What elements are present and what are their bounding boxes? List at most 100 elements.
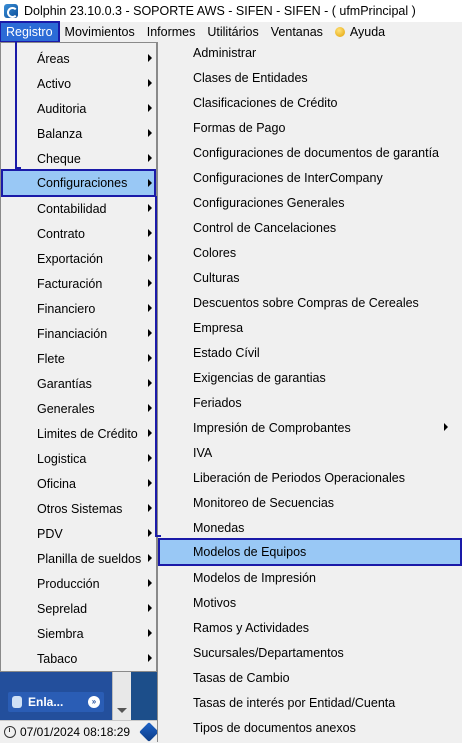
menu-item-label: Oficina (37, 476, 76, 491)
submenu-item-label: Sucursales/Departamentos (193, 645, 344, 660)
submenu-arrow-icon (148, 654, 152, 662)
submenu-item-culturas[interactable]: Culturas (158, 265, 462, 290)
menu-item-contrato[interactable]: Contrato (1, 221, 156, 246)
registro-dropdown: Áreas Activo Auditoria Balanza Cheque Co… (0, 42, 157, 672)
submenu-item-modelos-de-equipos[interactable]: Modelos de Equipos (158, 538, 462, 566)
submenu-item-label: IVA (193, 445, 213, 460)
submenu-arrow-icon (148, 179, 152, 187)
submenu-item-modelos-de-impresion[interactable]: Modelos de Impresión (158, 565, 462, 590)
dolphin-app-icon (4, 4, 18, 18)
menu-item-balanza[interactable]: Balanza (1, 121, 156, 146)
submenu-arrow-icon (148, 79, 152, 87)
chevron-down-icon[interactable]: » (88, 696, 100, 708)
database-icon (12, 696, 22, 708)
submenu-item-tipos-de-documentos-anexos[interactable]: Tipos de documentos anexos (158, 715, 462, 740)
submenu-item-descuentos-compras-cereales[interactable]: Descuentos sobre Compras de Cereales (158, 290, 462, 315)
submenu-item-impresion-de-comprobantes[interactable]: Impresión de Comprobantes (158, 415, 462, 440)
submenu-item-clasificaciones-de-credito[interactable]: Clasificaciones de Crédito (158, 90, 462, 115)
menu-item-activo[interactable]: Activo (1, 71, 156, 96)
submenu-item-clases-de-entidades[interactable]: Clases de Entidades (158, 65, 462, 90)
submenu-item-config-documentos-garantia[interactable]: Configuraciones de documentos de garantí… (158, 140, 462, 165)
submenu-arrow-icon (148, 154, 152, 162)
submenu-item-label: Clases de Entidades (193, 70, 308, 85)
menu-item-siembra[interactable]: Siembra (1, 621, 156, 646)
menu-item-configuraciones[interactable]: Configuraciones (1, 169, 156, 197)
menu-item-pdv[interactable]: PDV (1, 521, 156, 546)
annotation-connector-line (155, 196, 157, 536)
menu-item-label: PDV (37, 526, 63, 541)
submenu-item-config-intercompany[interactable]: Configuraciones de InterCompany (158, 165, 462, 190)
submenu-item-formas-de-pago[interactable]: Formas de Pago (158, 115, 462, 140)
configuraciones-submenu: Administrar Clases de Entidades Clasific… (157, 42, 462, 742)
menu-item-auditoria[interactable]: Auditoria (1, 96, 156, 121)
submenu-item-label: Liberación de Periodos Operacionales (193, 470, 405, 485)
submenu-item-colores[interactable]: Colores (158, 240, 462, 265)
submenu-item-estado-civil[interactable]: Estado Cívil (158, 340, 462, 365)
menu-registro[interactable]: Registro (0, 21, 60, 43)
submenu-item-label: Tipos de documentos anexos (193, 720, 356, 735)
submenu-item-motivos[interactable]: Motivos (158, 590, 462, 615)
clock-icon (4, 726, 16, 738)
status-datetime: 07/01/2024 08:18:29 (20, 725, 131, 739)
menu-movimientos[interactable]: Movimientos (59, 22, 141, 42)
menu-item-financiacion[interactable]: Financiación (1, 321, 156, 346)
left-panel-scrollbar[interactable] (112, 672, 131, 720)
submenu-arrow-icon (148, 404, 152, 412)
menu-item-tabaco[interactable]: Tabaco (1, 646, 156, 671)
submenu-item-label: Administrar (193, 45, 257, 60)
menu-informes[interactable]: Informes (141, 22, 202, 42)
submenu-item-iva[interactable]: IVA (158, 440, 462, 465)
submenu-item-sucursales-departamentos[interactable]: Sucursales/Departamentos (158, 640, 462, 665)
submenu-item-tasas-de-interes[interactable]: Tasas de interés por Entidad/Cuenta (158, 690, 462, 715)
menu-item-generales[interactable]: Generales (1, 396, 156, 421)
menu-item-label: Seprelad (37, 601, 88, 616)
submenu-item-exigencias-de-garantias[interactable]: Exigencias de garantias (158, 365, 462, 390)
menu-item-limites-de-credito[interactable]: Limites de Crédito (1, 421, 156, 446)
menu-item-planilla-de-sueldos[interactable]: Planilla de sueldos (1, 546, 156, 571)
menu-item-label: Áreas (37, 51, 70, 66)
menu-item-oficina[interactable]: Oficina (1, 471, 156, 496)
submenu-arrow-icon (148, 454, 152, 462)
submenu-item-liberacion-periodos[interactable]: Liberación de Periodos Operacionales (158, 465, 462, 490)
submenu-arrow-icon (148, 579, 152, 587)
menu-ventanas[interactable]: Ventanas (265, 22, 329, 42)
menu-item-produccion[interactable]: Producción (1, 571, 156, 596)
submenu-item-control-de-cancelaciones[interactable]: Control de Cancelaciones (158, 215, 462, 240)
submenu-item-config-generales[interactable]: Configuraciones Generales (158, 190, 462, 215)
submenu-item-empresa[interactable]: Empresa (158, 315, 462, 340)
submenu-item-monitoreo-de-secuencias[interactable]: Monitoreo de Secuencias (158, 490, 462, 515)
menu-item-garantias[interactable]: Garantías (1, 371, 156, 396)
menu-item-financiero[interactable]: Financiero (1, 296, 156, 321)
submenu-arrow-icon (444, 423, 448, 431)
submenu-item-label: Clasificaciones de Crédito (193, 95, 338, 110)
menu-item-seprelad[interactable]: Seprelad (1, 596, 156, 621)
submenu-item-ramos-y-actividades[interactable]: Ramos y Actividades (158, 615, 462, 640)
submenu-item-administrar[interactable]: Administrar (158, 40, 462, 65)
menu-item-cheque[interactable]: Cheque (1, 146, 156, 171)
left-panel-group[interactable]: Enla... » (8, 692, 104, 712)
menu-item-areas[interactable]: Áreas (1, 46, 156, 71)
menu-utilitarios[interactable]: Utilitários (201, 22, 264, 42)
menu-item-logistica[interactable]: Logistica (1, 446, 156, 471)
submenu-item-label: Monedas (193, 520, 245, 535)
submenu-arrow-icon (148, 329, 152, 337)
submenu-item-label: Exigencias de garantias (193, 370, 326, 385)
submenu-arrow-icon (148, 204, 152, 212)
menu-item-otros-sistemas[interactable]: Otros Sistemas (1, 496, 156, 521)
menu-item-flete[interactable]: Flete (1, 346, 156, 371)
submenu-item-label: Tasas de Cambio (193, 670, 290, 685)
submenu-arrow-icon (148, 629, 152, 637)
menu-item-facturacion[interactable]: Facturación (1, 271, 156, 296)
submenu-item-label: Control de Cancelaciones (193, 220, 337, 235)
menu-ayuda[interactable]: Ayuda (329, 22, 391, 42)
menu-item-exportacion[interactable]: Exportación (1, 246, 156, 271)
menu-item-label: Auditoria (37, 101, 87, 116)
menu-item-label: Activo (37, 76, 72, 91)
menu-bar: Registro Movimientos Informes Utilitário… (0, 21, 462, 43)
submenu-item-feriados[interactable]: Feriados (158, 390, 462, 415)
submenu-item-monedas[interactable]: Monedas (158, 515, 462, 540)
submenu-item-tasas-de-cambio[interactable]: Tasas de Cambio (158, 665, 462, 690)
submenu-item-label: Colores (193, 245, 237, 260)
submenu-arrow-icon (148, 254, 152, 262)
menu-item-contabilidad[interactable]: Contabilidad (1, 196, 156, 221)
